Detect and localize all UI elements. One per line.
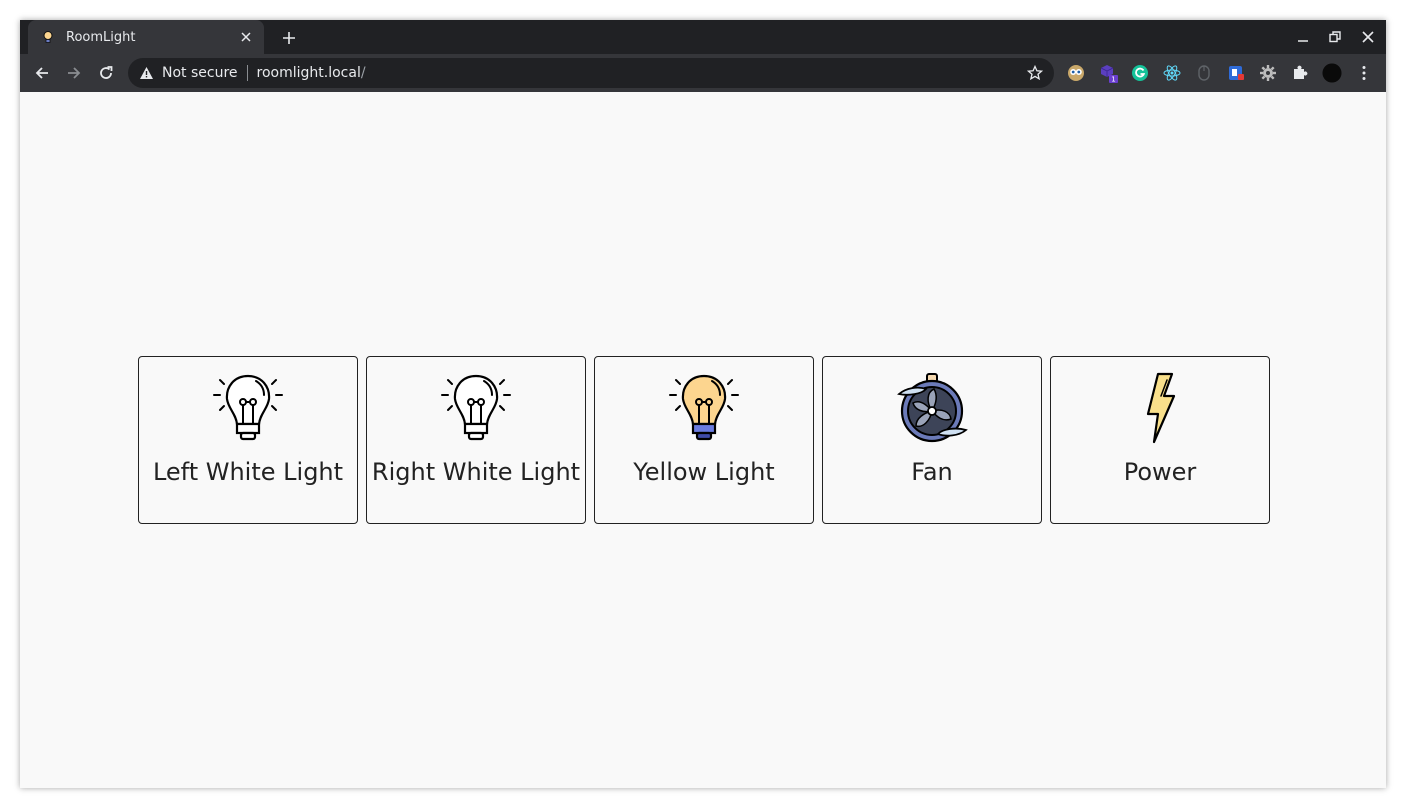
white-bulb-icon bbox=[440, 372, 512, 444]
back-arrow-icon[interactable] bbox=[30, 61, 54, 85]
puzzle-icon[interactable] bbox=[1290, 63, 1310, 83]
control-card-power[interactable]: Power bbox=[1050, 356, 1270, 524]
security-status: Not secure bbox=[162, 65, 238, 81]
restore-icon[interactable] bbox=[1324, 27, 1346, 47]
white-bulb-icon bbox=[212, 372, 284, 444]
control-card-yellow-light[interactable]: Yellow Light bbox=[594, 356, 814, 524]
fan-icon bbox=[896, 372, 968, 444]
cube-icon[interactable]: 1 bbox=[1098, 63, 1118, 83]
minimize-icon[interactable] bbox=[1292, 27, 1314, 47]
new-tab-icon[interactable] bbox=[278, 27, 300, 49]
address-bar[interactable]: Not secure roomlight.local / bbox=[128, 58, 1054, 88]
gear-icon[interactable] bbox=[1258, 63, 1278, 83]
tab-strip: RoomLight bbox=[20, 20, 1386, 54]
grammarly-icon[interactable] bbox=[1130, 63, 1150, 83]
control-card-right-white-light[interactable]: Right White Light bbox=[366, 356, 586, 524]
address-divider bbox=[246, 65, 248, 81]
control-label: Left White Light bbox=[152, 458, 344, 486]
forward-arrow-icon[interactable] bbox=[62, 61, 86, 85]
more-menu-icon[interactable] bbox=[1354, 63, 1374, 83]
tab-roomlight[interactable]: RoomLight bbox=[28, 20, 264, 54]
control-label: Right White Light bbox=[371, 458, 581, 486]
react-icon[interactable] bbox=[1162, 63, 1182, 83]
page-content: Left White Light Right White Light Yello… bbox=[20, 92, 1386, 788]
control-card-left-white-light[interactable]: Left White Light bbox=[138, 356, 358, 524]
shield-icon[interactable] bbox=[1226, 63, 1246, 83]
control-label: Yellow Light bbox=[633, 458, 775, 486]
control-label: Fan bbox=[911, 458, 953, 486]
mouse-icon[interactable] bbox=[1194, 63, 1214, 83]
browser-toolbar: Not secure roomlight.local/ 1 bbox=[20, 54, 1386, 92]
owl-icon[interactable] bbox=[1066, 63, 1086, 83]
bulb-icon bbox=[40, 29, 56, 45]
lightning-icon bbox=[1124, 372, 1196, 444]
tab-title: RoomLight bbox=[66, 29, 136, 45]
tab-close-icon[interactable] bbox=[236, 27, 256, 47]
browser-window: RoomLight Not secure roomlight.local / 1… bbox=[20, 20, 1386, 788]
yellow-bulb-icon bbox=[668, 372, 740, 444]
profile-avatar[interactable] bbox=[1322, 63, 1342, 83]
extension-badge: 1 bbox=[1111, 76, 1115, 84]
close-window-icon[interactable] bbox=[1357, 27, 1379, 47]
reload-icon[interactable] bbox=[94, 61, 118, 85]
url-host: roomlight.local bbox=[256, 65, 361, 81]
bookmark-star-icon[interactable] bbox=[1026, 64, 1044, 82]
control-label: Power bbox=[1123, 458, 1197, 486]
url-path: / bbox=[360, 65, 366, 81]
warning-icon[interactable] bbox=[138, 65, 154, 81]
control-grid: Left White Light Right White Light Yello… bbox=[138, 356, 1270, 524]
control-card-fan[interactable]: Fan bbox=[822, 356, 1042, 524]
